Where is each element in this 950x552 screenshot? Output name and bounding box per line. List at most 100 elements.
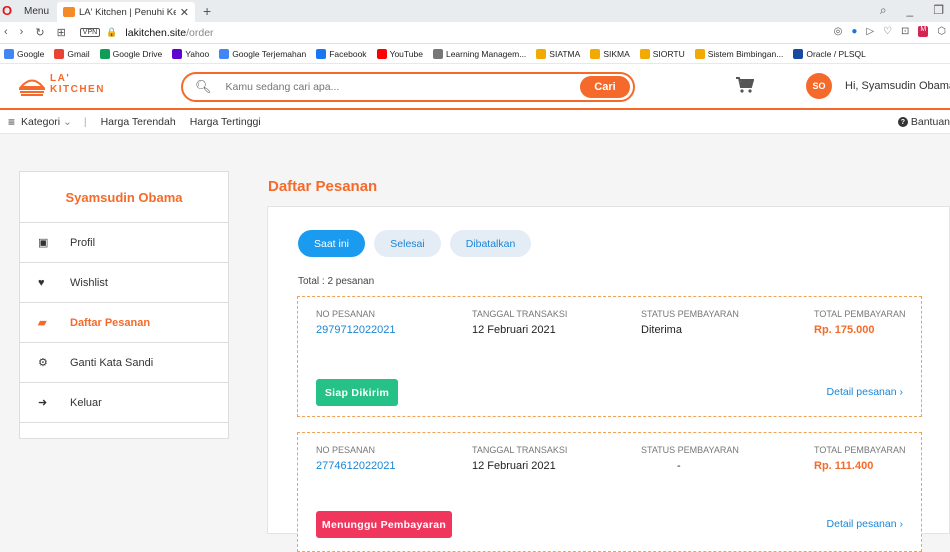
back-icon[interactable]: ‹ (4, 26, 8, 39)
menu-icon[interactable]: ≡ (8, 115, 15, 129)
restore-icon[interactable]: ❐ (933, 3, 944, 18)
bookmark-favicon-icon (219, 48, 230, 59)
payment-total: Rp. 111.400 (814, 460, 874, 472)
bookmark-favicon-icon (316, 48, 327, 59)
bookmark-favicon-icon (536, 48, 547, 59)
bookmark-item[interactable]: Google Drive (99, 48, 162, 59)
category-dropdown[interactable]: Kategori ⌄ (21, 116, 72, 128)
bookmark-item[interactable]: Gmail (54, 48, 90, 59)
sidebar-item-ganti-kata-sandi[interactable]: ⚙ Ganti Kata Sandi (20, 343, 228, 383)
camera-icon[interactable]: ◎ (834, 26, 843, 37)
sidebar-item-wishlist[interactable]: ♥ Wishlist (20, 263, 228, 303)
lock-icon[interactable]: 🔒 (106, 27, 117, 38)
bookmark-favicon-icon (590, 48, 601, 59)
close-tab-icon[interactable]: ✕ (180, 6, 189, 19)
orders-panel: Saat ini Selesai Dibatalkan Total : 2 pe… (267, 206, 950, 552)
vpn-badge[interactable]: VPN (79, 28, 101, 37)
site-logo[interactable]: LA' KITCHEN (18, 72, 105, 96)
cart-icon[interactable] (736, 77, 755, 98)
payment-total-col: TOTAL PEMBAYARAN Rp. 175.000 (814, 309, 906, 336)
order-number-link[interactable]: 2774612022021 (316, 460, 396, 472)
bookmark-item[interactable]: SIORTU (639, 48, 685, 59)
tab-dibatalkan[interactable]: Dibatalkan (450, 230, 531, 257)
sidebar-item-label: Keluar (70, 396, 102, 409)
payment-status: Diterima (641, 324, 682, 336)
id-badge-icon: ▣ (38, 237, 49, 249)
bookmark-item[interactable]: Yahoo (172, 48, 209, 59)
account-sidebar: Syamsudin Obama ▣ Profil ♥ Wishlist ▰ Da… (19, 171, 229, 439)
order-detail-link[interactable]: Detail pesanan › (827, 518, 903, 530)
search-tabs-icon[interactable]: ⌕ (880, 3, 887, 18)
sidebar-item-profil[interactable]: ▣ Profil (20, 223, 228, 263)
heart-outline-icon[interactable]: ♡ (883, 26, 892, 37)
shield-icon[interactable]: ● (851, 26, 857, 37)
search-bar: 🔍︎ Cari (181, 72, 635, 102)
bookmark-item[interactable]: SIATMA (536, 48, 581, 59)
order-number-link[interactable]: 2979712022021 (316, 324, 396, 336)
play-icon[interactable]: ▷ (866, 26, 874, 37)
bookmark-label: Sistem Bimbingan... (707, 48, 784, 59)
snapshot-icon[interactable]: ⊡ (901, 26, 909, 37)
window-controls: ⌕ _ ❐ (880, 3, 944, 18)
payment-status-col: STATUS PEMBAYARAN Diterima (641, 309, 739, 336)
bookmark-item[interactable]: Sistem Bimbingan... (694, 48, 784, 59)
bookmark-favicon-icon (4, 48, 14, 59)
opera-logo-icon[interactable]: O (2, 4, 16, 18)
order-date-col: TANGGAL TRANSAKSI 12 Februari 2021 (472, 445, 567, 472)
column-label: TOTAL PEMBAYARAN (814, 445, 906, 455)
bookmark-label: YouTube (389, 48, 423, 59)
logo-line-1: LA' (50, 73, 71, 84)
column-label: NO PESANAN (316, 309, 376, 319)
new-tab-icon[interactable]: + (203, 3, 211, 19)
filter-lowest-price[interactable]: Harga Terendah (101, 116, 176, 128)
minimize-icon[interactable]: _ (907, 3, 914, 18)
payment-status: - (677, 460, 681, 472)
order-detail-link[interactable]: Detail pesanan › (827, 386, 903, 398)
tab-saat-ini[interactable]: Saat ini (298, 230, 365, 257)
bookmark-item[interactable]: Facebook (316, 48, 367, 59)
orders-icon: ▰ (38, 317, 47, 329)
order-card: NO PESANAN 2774612022021 TANGGAL TRANSAK… (297, 432, 922, 552)
browser-tab[interactable]: LA' Kitchen | Penuhi Kebutu ✕ (57, 2, 196, 22)
help-link[interactable]: ? Bantuan (897, 116, 950, 128)
page-title: Daftar Pesanan (268, 178, 378, 195)
filter-highest-price[interactable]: Harga Tertinggi (190, 116, 261, 128)
search-button[interactable]: Cari (580, 76, 630, 98)
order-date: 12 Februari 2021 (472, 324, 556, 336)
column-label: TANGGAL TRANSAKSI (472, 309, 568, 319)
cube-icon[interactable]: ⬡ (937, 26, 946, 37)
bookmark-item[interactable]: Google Terjemahan (219, 48, 306, 59)
sidebar-item-daftar-pesanan[interactable]: ▰ Daftar Pesanan (20, 303, 228, 343)
forward-icon[interactable]: › (20, 26, 24, 39)
sidebar-item-keluar[interactable]: ➜ Keluar (20, 383, 228, 423)
bookmark-label: SIATMA (549, 48, 581, 59)
sidebar-item-label: Ganti Kata Sandi (70, 356, 154, 369)
url-path: /order (186, 26, 214, 39)
search-input[interactable] (225, 81, 580, 93)
bookmark-favicon-icon (694, 48, 705, 59)
bookmark-item[interactable]: SIKMA (590, 48, 630, 59)
payment-status-col: STATUS PEMBAYARAN - (641, 445, 739, 472)
reload-icon[interactable]: ↻ (35, 26, 44, 39)
bookmark-item[interactable]: Learning Managem... (432, 48, 526, 59)
extension-icon[interactable]: M (918, 26, 929, 37)
nav-controls: ‹ › ↻ ⊞ (4, 26, 66, 39)
url-field[interactable]: lakitchen.site/order (125, 27, 213, 39)
order-status-button[interactable]: Siap Dikirim (316, 379, 398, 406)
user-greeting[interactable]: Hi, Syamsudin Obama (845, 80, 950, 92)
bookmarks-bar: Google Gmail Google Drive Yahoo Google Terje… (0, 44, 950, 64)
bookmark-item[interactable]: Google (4, 48, 44, 59)
bookmark-favicon-icon (376, 48, 387, 59)
browser-tab-title: LA' Kitchen | Penuhi Kebutu (79, 6, 176, 18)
chevron-right-icon: › (899, 518, 904, 530)
question-icon: ? (897, 117, 908, 127)
browser-menu-label[interactable]: Menu (24, 6, 49, 17)
bookmark-item[interactable]: YouTube (376, 48, 423, 59)
bookmark-item[interactable]: Oracle / PLSQL (793, 48, 866, 59)
logo-line-2: KITCHEN (50, 84, 105, 95)
avatar[interactable]: SO (806, 73, 832, 99)
speed-dial-icon[interactable]: ⊞ (57, 26, 66, 39)
detail-label: Detail pesanan (826, 386, 897, 398)
tab-selesai[interactable]: Selesai (374, 230, 441, 257)
column-label: NO PESANAN (316, 445, 376, 455)
